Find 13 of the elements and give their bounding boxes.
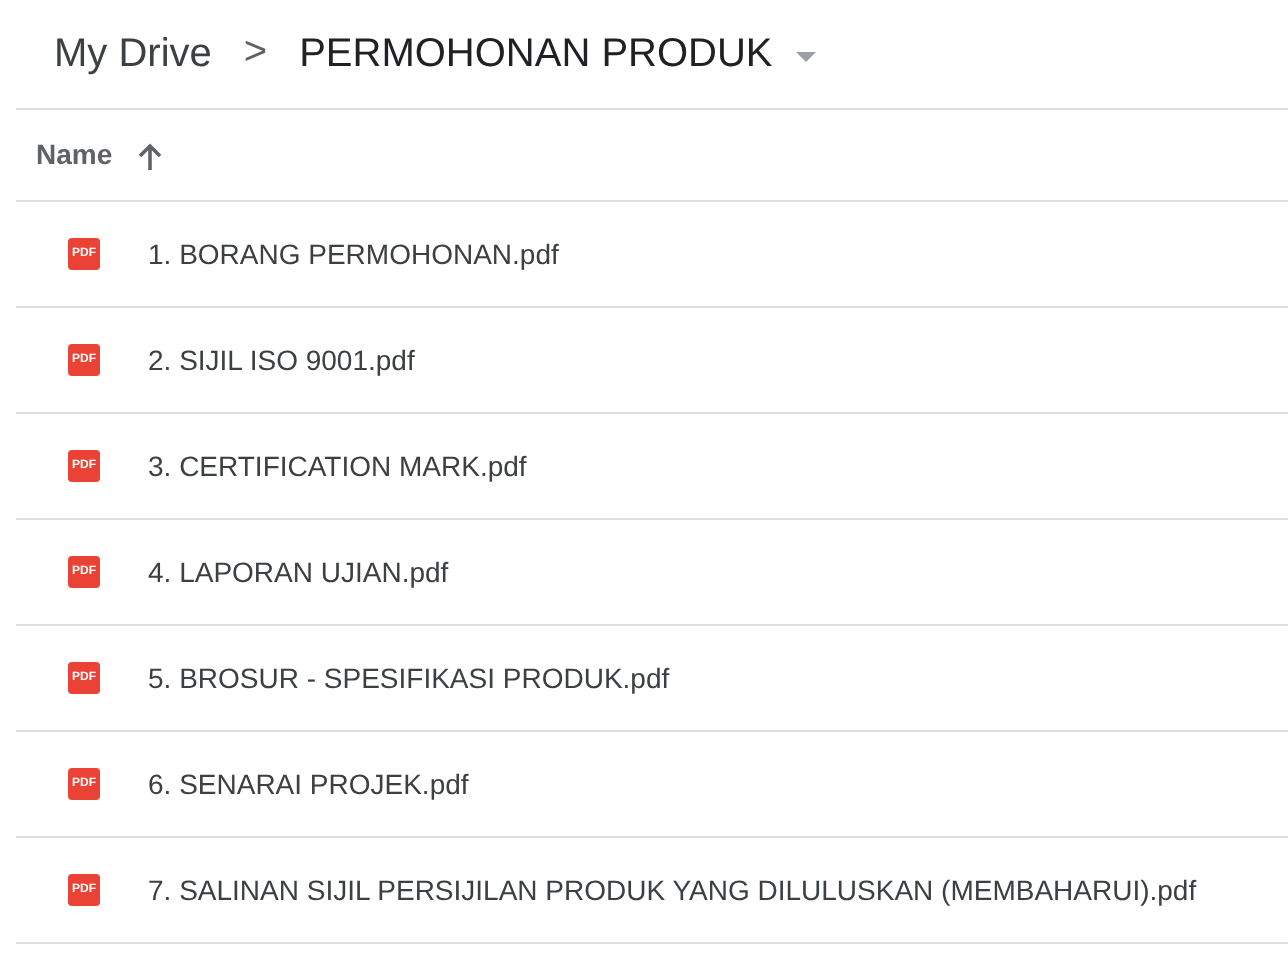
file-name[interactable]: 1. BORANG PERMOHONAN.pdf [148, 233, 559, 275]
breadcrumb-separator: > [243, 28, 268, 78]
column-header[interactable]: Name [36, 134, 113, 176]
file-name[interactable]: 7. SALINAN SIJIL PERSIJILAN PRODUK YANG DILULUSKAN (MEMBAHARUI).pdf [148, 869, 1197, 911]
file-name[interactable]: 3. CERTIFICATION MARK.pdf [148, 445, 527, 487]
file-name[interactable]: 2. SIJIL ISO 9001.pdf [148, 339, 415, 381]
breadcrumb-link[interactable]: My Drive [54, 24, 212, 84]
folder-title[interactable]: PERMOHONAN PRODUK [299, 24, 773, 84]
file-name[interactable]: 5. BROSUR - SPESIFIKASI PRODUK.pdf [148, 657, 670, 699]
dropdown-caret-icon[interactable] [796, 52, 817, 62]
file-name[interactable]: 4. LAPORAN UJIAN.pdf [148, 551, 449, 593]
sort-arrow-icon[interactable] [136, 141, 165, 169]
file-name[interactable]: 6. SENARAI PROJEK.pdf [148, 763, 469, 805]
